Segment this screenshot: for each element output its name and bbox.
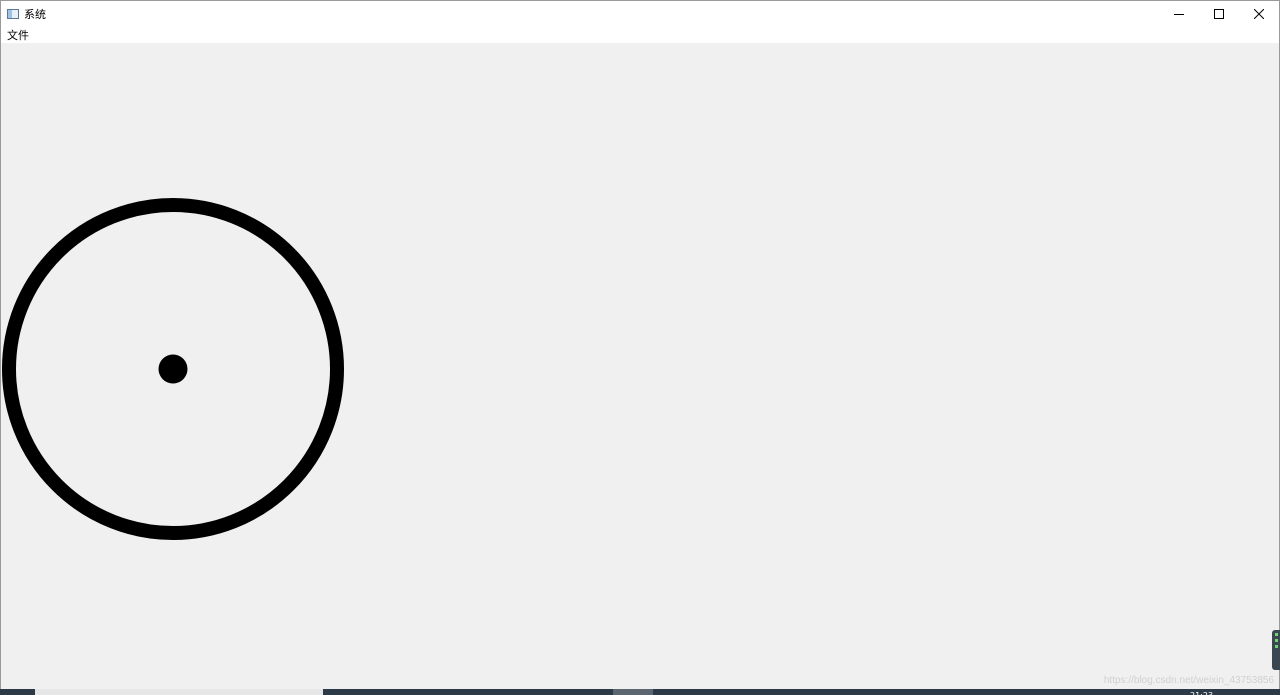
close-button[interactable] [1239,1,1279,26]
minimize-button[interactable] [1159,1,1199,26]
maximize-icon [1214,8,1224,19]
watermark-text: https://blog.csdn.net/weixin_43753856 [1103,675,1274,686]
widget-indicator [1275,633,1278,636]
taskbar-clock[interactable]: 21:23 [1190,689,1218,695]
caption-buttons [1159,1,1279,26]
window-title: 系统 [24,7,46,21]
widget-indicator [1275,639,1278,642]
widget-indicator [1275,645,1278,648]
taskbar-app[interactable] [613,689,653,695]
title-bar[interactable]: 系统 [1,1,1279,26]
side-widget[interactable] [1272,630,1280,670]
taskbar-active-app[interactable] [35,689,323,695]
menu-item-file[interactable]: 文件 [6,27,30,43]
drawing-canvas[interactable] [1,43,1279,690]
app-icon [7,8,19,19]
menu-bar: 文件 [1,26,1279,43]
minimize-icon [1174,13,1184,15]
close-icon [1254,8,1264,19]
app-window: 系统 文件 [0,0,1280,690]
maximize-button[interactable] [1199,1,1239,26]
center-dot [158,354,188,384]
taskbar: 21:23 [0,689,1280,695]
drawing-surface [2,198,344,540]
